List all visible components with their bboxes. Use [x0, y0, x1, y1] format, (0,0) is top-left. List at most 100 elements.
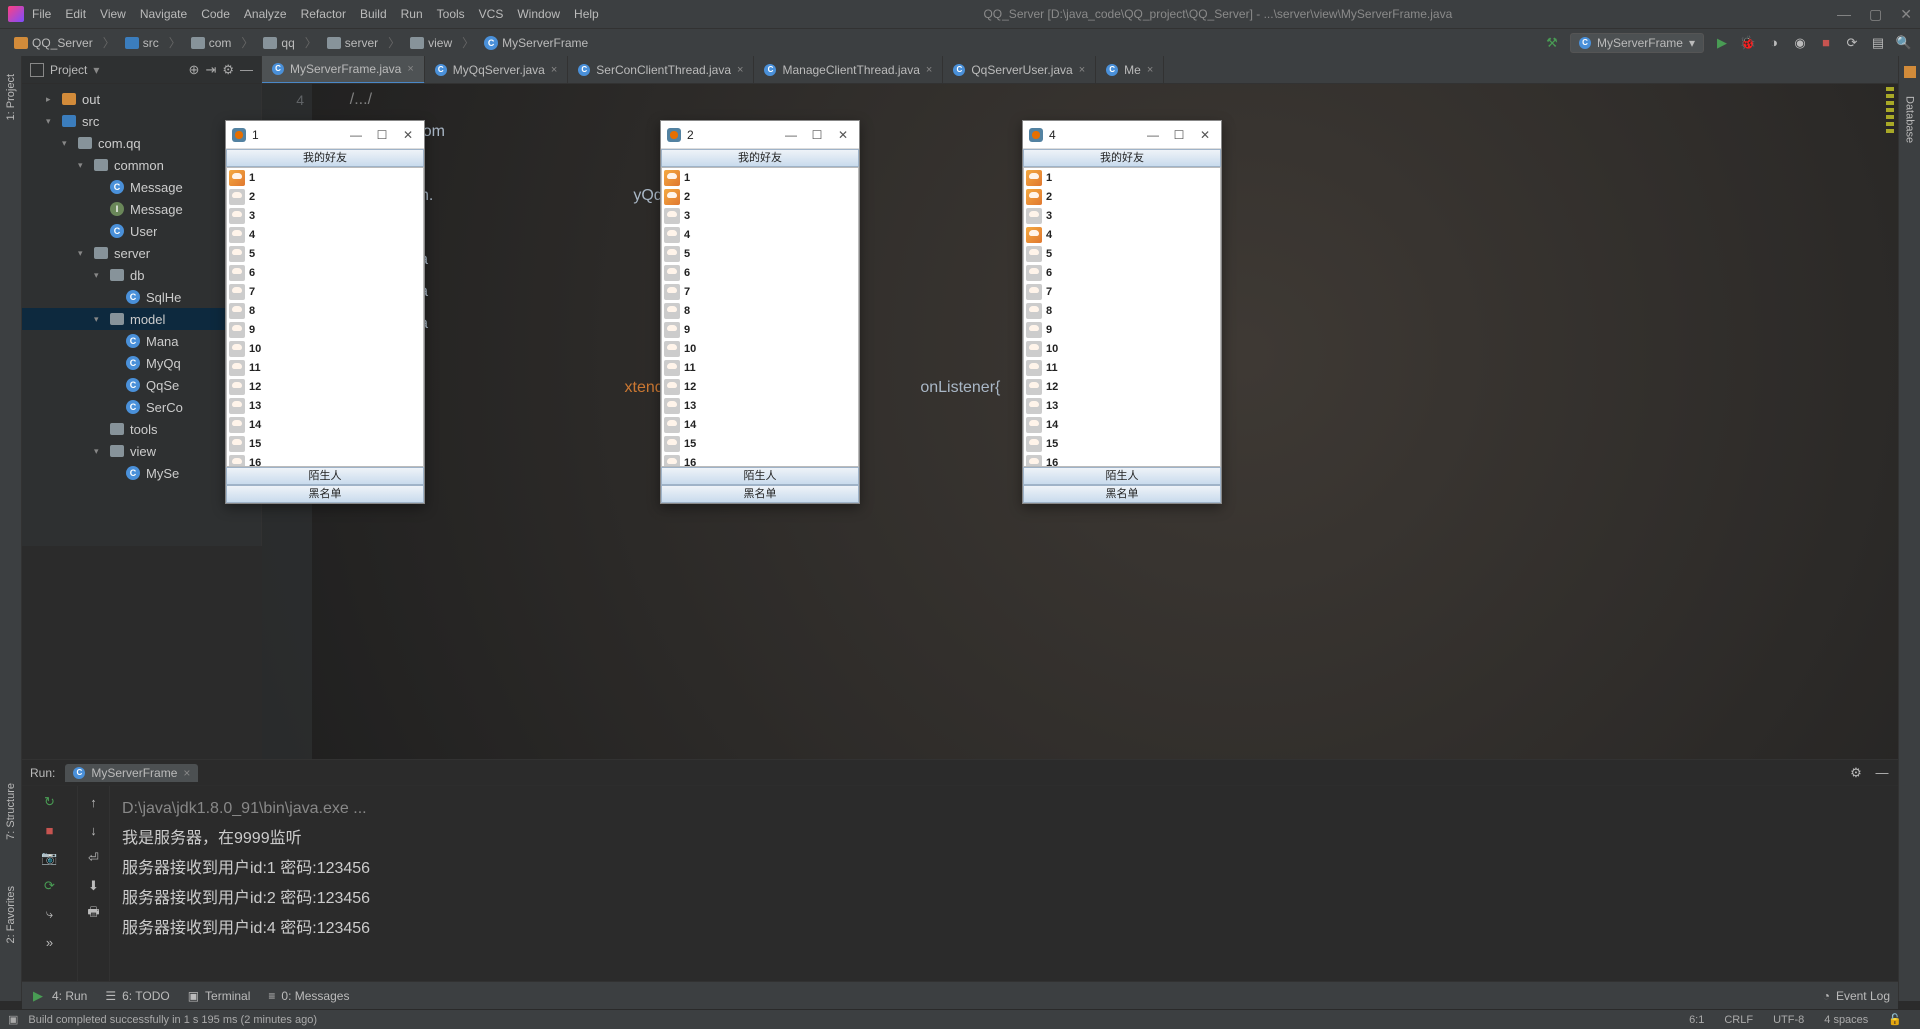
friend-row-3[interactable]: 3: [1024, 206, 1220, 225]
database-icon[interactable]: [1904, 66, 1916, 78]
settings-icon[interactable]: ⚙: [222, 62, 234, 78]
menu-refactor[interactable]: Refactor: [301, 7, 346, 21]
swing-titlebar[interactable]: 4—☐✕: [1023, 121, 1221, 149]
btab-eventlog[interactable]: ◔Event Log: [1823, 989, 1890, 1003]
menu-window[interactable]: Window: [517, 7, 560, 21]
friend-row-7[interactable]: 7: [227, 282, 423, 301]
swing-close-icon[interactable]: ✕: [398, 128, 418, 142]
debug-icon[interactable]: 🐞: [1740, 35, 1756, 51]
friend-row-12[interactable]: 12: [227, 377, 423, 396]
btab-todo[interactable]: ☰6: TODO: [105, 989, 169, 1003]
stop-icon[interactable]: ■: [1818, 35, 1834, 51]
friend-row-9[interactable]: 9: [662, 320, 858, 339]
strangers-button[interactable]: 陌生人: [226, 467, 424, 485]
menu-view[interactable]: View: [100, 7, 126, 21]
run-console[interactable]: D:\java\jdk1.8.0_91\bin\java.exe ...我是服务…: [110, 786, 1898, 981]
hide-icon[interactable]: —: [240, 62, 253, 77]
swing-maximize-icon[interactable]: ☐: [807, 128, 827, 142]
profile-icon[interactable]: ◉: [1792, 35, 1808, 51]
camera-icon[interactable]: 📷: [42, 850, 58, 866]
friend-row-9[interactable]: 9: [227, 320, 423, 339]
friend-row-14[interactable]: 14: [662, 415, 858, 434]
editor-tab-MyQqServer.java[interactable]: CMyQqServer.java×: [425, 56, 568, 84]
blacklist-button[interactable]: 黑名单: [661, 485, 859, 503]
search-icon[interactable]: 🔍: [1896, 35, 1912, 51]
tree-item-out[interactable]: ▸out: [22, 88, 261, 110]
crumb-view[interactable]: view: [404, 34, 458, 52]
friend-row-13[interactable]: 13: [1024, 396, 1220, 415]
friend-row-6[interactable]: 6: [662, 263, 858, 282]
exit-icon[interactable]: ⤷: [42, 906, 58, 922]
friend-row-16[interactable]: 16: [662, 453, 858, 467]
friend-row-14[interactable]: 14: [1024, 415, 1220, 434]
friend-window-2[interactable]: 2—☐✕我的好友12345678910111213141516陌生人黑名单: [660, 120, 860, 504]
wrap-icon[interactable]: ⏎: [86, 850, 102, 866]
swing-minimize-icon[interactable]: —: [781, 128, 801, 142]
friend-row-6[interactable]: 6: [1024, 263, 1220, 282]
friend-row-5[interactable]: 5: [662, 244, 858, 263]
menu-vcs[interactable]: VCS: [479, 7, 504, 21]
friends-header-button[interactable]: 我的好友: [1023, 149, 1221, 167]
swing-maximize-icon[interactable]: ☐: [1169, 128, 1189, 142]
crumb-file[interactable]: CMyServerFrame: [478, 34, 594, 52]
restart-icon[interactable]: ⟳: [42, 878, 58, 894]
friend-row-4[interactable]: 4: [1024, 225, 1220, 244]
run-settings-icon[interactable]: ⚙: [1848, 765, 1864, 781]
friend-row-1[interactable]: 1: [662, 168, 858, 187]
menu-code[interactable]: Code: [201, 7, 230, 21]
up-icon[interactable]: ↑: [86, 794, 102, 810]
menu-navigate[interactable]: Navigate: [140, 7, 187, 21]
btab-run[interactable]: ▶4: Run: [30, 988, 87, 1004]
friend-row-11[interactable]: 11: [1024, 358, 1220, 377]
friend-row-16[interactable]: 16: [1024, 453, 1220, 467]
friend-row-3[interactable]: 3: [227, 206, 423, 225]
crumb-com[interactable]: com: [185, 34, 238, 52]
editor-tab-QqServerUser.java[interactable]: CQqServerUser.java×: [943, 56, 1096, 84]
line-ending[interactable]: CRLF: [1714, 1014, 1763, 1026]
friend-row-1[interactable]: 1: [1024, 168, 1220, 187]
menu-run[interactable]: Run: [401, 7, 423, 21]
close-icon[interactable]: ✕: [1900, 6, 1912, 23]
editor-tab-ManageClientThread.java[interactable]: CManageClientThread.java×: [754, 56, 943, 84]
tab-database[interactable]: Database: [1902, 88, 1918, 151]
friend-row-7[interactable]: 7: [662, 282, 858, 301]
friend-row-14[interactable]: 14: [227, 415, 423, 434]
strangers-button[interactable]: 陌生人: [661, 467, 859, 485]
friend-row-8[interactable]: 8: [227, 301, 423, 320]
friend-row-3[interactable]: 3: [662, 206, 858, 225]
friend-row-7[interactable]: 7: [1024, 282, 1220, 301]
more-icon[interactable]: »: [42, 934, 58, 950]
friend-row-8[interactable]: 8: [662, 301, 858, 320]
menu-build[interactable]: Build: [360, 7, 387, 21]
indent[interactable]: 4 spaces: [1814, 1014, 1878, 1026]
structure-icon[interactable]: ▤: [1870, 35, 1886, 51]
crumb-src[interactable]: src: [119, 34, 165, 52]
swing-minimize-icon[interactable]: —: [346, 128, 366, 142]
build-icon[interactable]: ⚒: [1544, 35, 1560, 51]
friend-window-1[interactable]: 1—☐✕我的好友12345678910111213141516陌生人黑名单: [225, 120, 425, 504]
run-icon[interactable]: ▶: [1714, 35, 1730, 51]
friend-row-5[interactable]: 5: [227, 244, 423, 263]
rerun-icon[interactable]: ↻: [42, 794, 58, 810]
friend-row-10[interactable]: 10: [662, 339, 858, 358]
tab-structure[interactable]: 7: Structure: [3, 775, 19, 848]
friend-row-1[interactable]: 1: [227, 168, 423, 187]
friend-row-13[interactable]: 13: [662, 396, 858, 415]
friends-header-button[interactable]: 我的好友: [226, 149, 424, 167]
scroll-icon[interactable]: ⬇: [86, 878, 102, 894]
menu-file[interactable]: File: [32, 7, 51, 21]
friend-row-4[interactable]: 4: [662, 225, 858, 244]
crumb-project[interactable]: QQ_Server: [8, 34, 99, 52]
friend-row-15[interactable]: 15: [662, 434, 858, 453]
editor-tab-MyServerFrame.java[interactable]: CMyServerFrame.java×: [262, 56, 425, 84]
status-icon[interactable]: ▣: [8, 1013, 18, 1026]
locate-icon[interactable]: ⊕: [189, 62, 200, 78]
crumb-server[interactable]: server: [321, 34, 384, 52]
swing-close-icon[interactable]: ✕: [833, 128, 853, 142]
run-tab[interactable]: CMyServerFrame ×: [65, 764, 198, 782]
maximize-icon[interactable]: ▢: [1869, 6, 1882, 23]
strangers-button[interactable]: 陌生人: [1023, 467, 1221, 485]
friend-row-11[interactable]: 11: [662, 358, 858, 377]
friend-row-4[interactable]: 4: [227, 225, 423, 244]
friend-row-13[interactable]: 13: [227, 396, 423, 415]
